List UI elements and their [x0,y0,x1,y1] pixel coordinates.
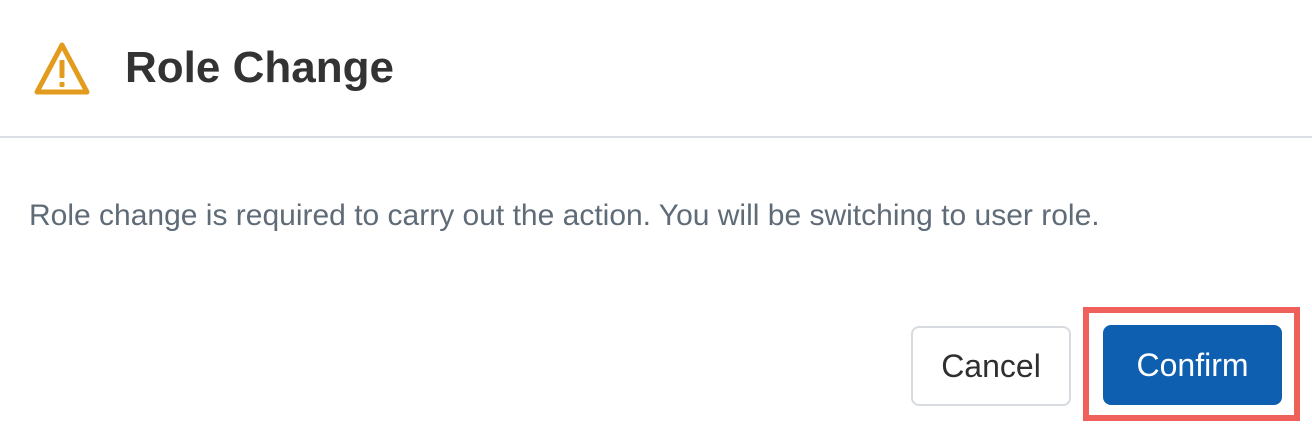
warning-icon [33,41,91,97]
confirm-button[interactable]: Confirm [1103,325,1282,405]
dialog-title: Role Change [125,43,394,92]
dialog-header: Role Change [0,0,1312,138]
cancel-button[interactable]: Cancel [911,326,1071,406]
dialog-message: Role change is required to carry out the… [29,199,1100,232]
role-change-dialog: Role Change Role change is required to c… [0,0,1312,434]
